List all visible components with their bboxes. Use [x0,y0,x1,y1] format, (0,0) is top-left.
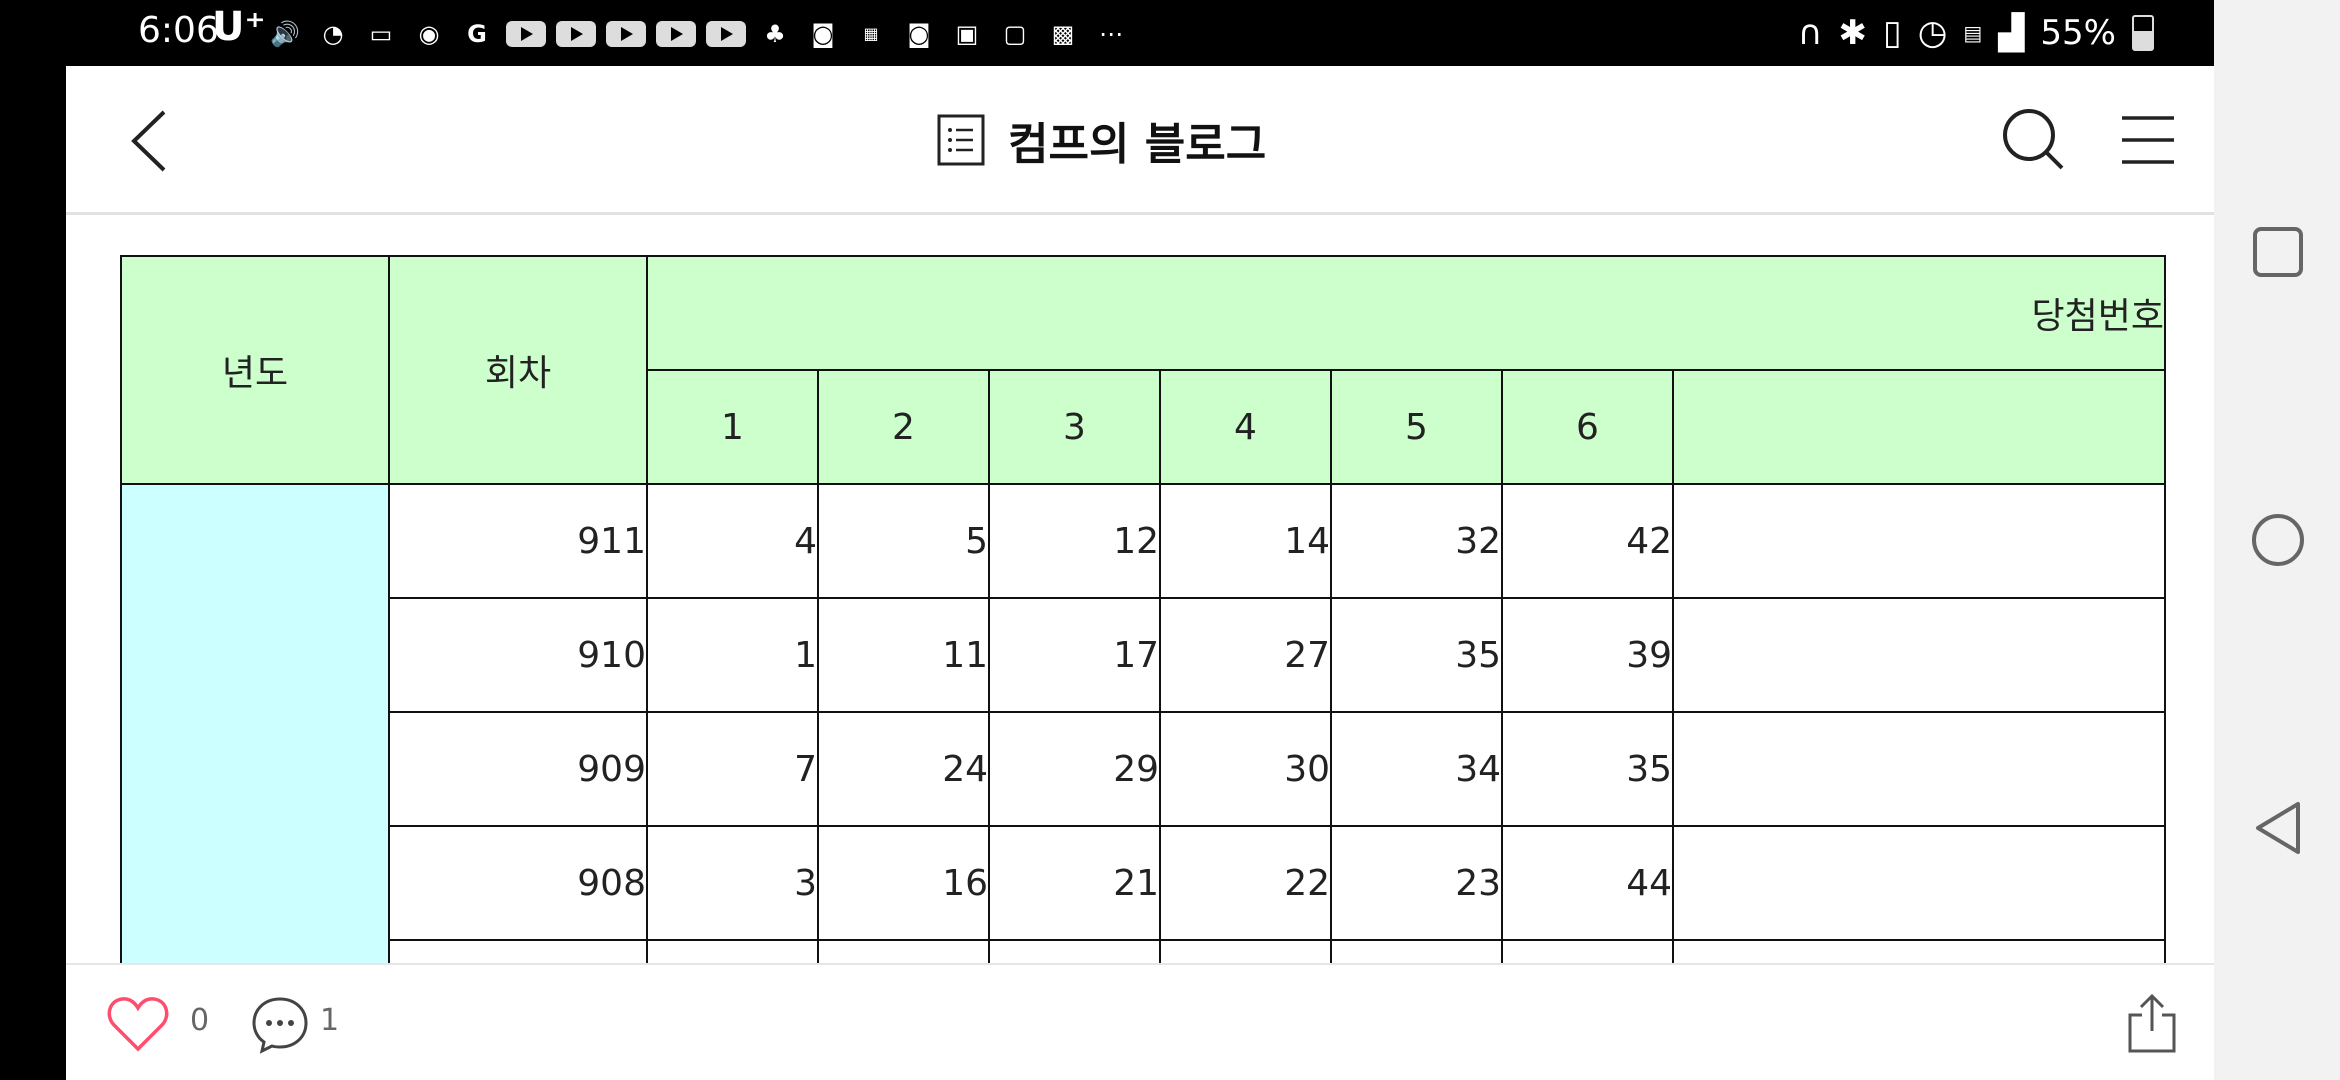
round-cell: 910 [388,597,648,713]
gs25-icon: ▦ [863,24,879,43]
num-header: 3 [988,369,1161,485]
home-button[interactable] [2250,512,2306,568]
number-cell: 1 [646,597,819,713]
number-cell: 42 [1501,483,1674,599]
youtube-icon [656,21,696,47]
location-icon: ◉ [418,20,440,48]
font-icon: ▢ [1003,20,1027,48]
blog-title[interactable]: 컴프의 블로그 [936,108,1266,172]
number-cell: 12 [988,483,1161,599]
status-bar: 6:06 U⁺ 🔊 ◔ ▭ ◉ G ♣ ◙ ▦ ◙ ▣ ▢ ▩ ⋯ ∩ ✱ ▯ … [0,0,2214,66]
col-round-header: 회차 [388,255,648,485]
search-button[interactable] [2002,108,2066,172]
top-bar: 컴프의 블로그 [66,66,2214,215]
number-cell: 3 [646,825,819,941]
num-header: 4 [1159,369,1332,485]
number-cell: 17 [988,597,1161,713]
carrier-label: U⁺ [212,4,266,50]
more-icon: ⋯ [1099,20,1123,48]
volume-icon: 🔊 [270,20,300,48]
alarm-icon: ◷ [1917,13,1948,53]
bottom-action-bar: 0 1 [66,963,2214,1080]
number-cell: 34 [1330,711,1503,827]
number-cell: 22 [1159,825,1332,941]
data-saver-icon: ◔ [322,20,344,48]
youtube-icon [506,21,546,47]
round-cell: 908 [388,825,648,941]
battery-icon [2132,15,2154,51]
year-cell [120,483,390,983]
col-winning-header: 당첨번호 [646,255,2166,371]
lotto-table: 년도 회차 당첨번호 1 2 3 4 5 6 911 4 5 12 14 32 [120,255,2166,983]
shopping-bag-icon: ◙ [907,20,931,48]
number-cell: 7 [646,711,819,827]
number-cell: 4 [646,483,819,599]
round-cell: 911 [388,483,648,599]
table-row: 909 7 24 29 30 34 35 [121,711,2166,827]
comment-button[interactable] [250,995,310,1055]
number-cell: 23 [1330,825,1503,941]
w-app-icon: ▩ [1051,20,1075,48]
signal-icon: ▟ [1998,13,2025,53]
number-cell: 27 [1159,597,1332,713]
back-button[interactable] [116,106,186,176]
like-count: 0 [190,1003,210,1038]
number-cell: 5 [817,483,990,599]
page-title: 컴프의 블로그 [1008,119,1267,170]
number-cell: 16 [817,825,990,941]
number-cell: 24 [817,711,990,827]
num-header: 1 [646,369,819,485]
extra-cell [1672,597,2166,713]
number-cell: 11 [817,597,990,713]
share-button[interactable] [2126,993,2178,1055]
number-cell: 14 [1159,483,1332,599]
num-header: 6 [1501,369,1674,485]
post-content[interactable]: 년도 회차 당첨번호 1 2 3 4 5 6 911 4 5 12 14 32 [66,215,2214,1030]
col-year-header: 년도 [120,255,390,485]
number-cell: 29 [988,711,1161,827]
num-header: 2 [817,369,990,485]
comment-count: 1 [320,1003,340,1038]
notification-icons: 🔊 ◔ ▭ ◉ G ♣ ◙ ▦ ◙ ▣ ▢ ▩ ⋯ [266,14,1130,54]
cluster-icon: ♣ [764,20,786,48]
table-row: 911 4 5 12 14 32 42 [120,483,2166,983]
youtube-icon [606,21,646,47]
message-icon: ▭ [369,20,393,48]
back-nav-button[interactable] [2250,800,2306,856]
table-row: 908 3 16 21 22 23 44 [121,825,2166,941]
extra-cell [1672,711,2166,827]
list-icon [937,114,985,166]
round-cell: 909 [388,711,648,827]
number-cell: 35 [1330,597,1503,713]
table-row: 910 1 11 17 27 35 39 [121,597,2166,713]
status-time: 6:06 [138,10,219,51]
bluetooth-icon: ✱ [1838,13,1867,53]
headset-icon: ∩ [1797,13,1823,53]
menu-button[interactable] [2120,112,2176,168]
number-cell: 44 [1501,825,1674,941]
recents-button[interactable] [2250,224,2306,280]
like-button[interactable] [106,993,170,1053]
battery-percent: 55% [2040,13,2116,53]
google-icon: G [467,20,487,48]
number-cell: 35 [1501,711,1674,827]
youtube-icon [706,21,746,47]
japanese-keyboard-icon: ▣ [955,20,979,48]
number-cell: 39 [1501,597,1674,713]
navigation-bar [2214,0,2340,1080]
extra-cell [1672,483,2166,599]
number-cell: 30 [1159,711,1332,827]
number-cell: 32 [1330,483,1503,599]
system-icons: ∩ ✱ ▯ ◷ ▤ ▟ 55% [1798,12,2154,54]
shopping-bag-icon: ◙ [811,20,835,48]
5g-icon: ▤ [1963,21,1983,45]
num-header: 5 [1330,369,1503,485]
extra-cell [1672,825,2166,941]
number-cell: 21 [988,825,1161,941]
youtube-icon [556,21,596,47]
nfc-icon: ▯ [1882,13,1902,53]
app-window: 컴프의 블로그 년도 회차 당첨번호 1 2 3 4 5 6 911 4 5 1… [66,66,2214,1080]
extra-header [1672,369,2166,485]
